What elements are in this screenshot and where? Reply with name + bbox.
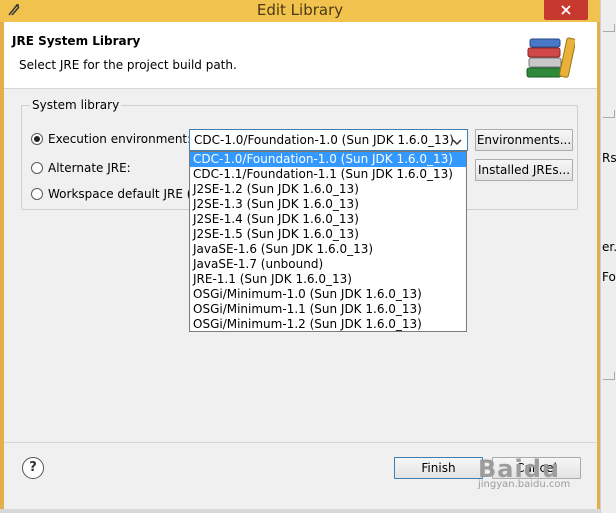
footer-separator [4, 442, 597, 443]
execution-environment-dropdown-list[interactable]: CDC-1.0/Foundation-1.0 (Sun JDK 1.6.0_13… [189, 151, 467, 332]
workspace-default-jre-radio[interactable] [31, 188, 43, 200]
dropdown-option[interactable]: J2SE-1.3 (Sun JDK 1.6.0_13) [190, 197, 466, 212]
dialog-header-title: JRE System Library [12, 34, 141, 48]
dialog-header: JRE System Library Select JRE for the pr… [4, 22, 597, 89]
alternate-jre-label: Alternate JRE: [48, 161, 131, 175]
watermark-url: jingyan.baidu.com [478, 479, 571, 490]
dropdown-option[interactable]: OSGi/Minimum-1.1 (Sun JDK 1.6.0_13) [190, 302, 466, 317]
books-library-icon [525, 34, 577, 83]
system-library-legend: System library [30, 98, 122, 112]
dropdown-arrow-icon[interactable] [452, 135, 462, 149]
dropdown-option[interactable]: JavaSE-1.6 (Sun JDK 1.6.0_13) [190, 242, 466, 257]
execution-environment-radio[interactable] [31, 133, 43, 145]
close-icon [561, 5, 571, 15]
title-bar[interactable]: Edit Library [0, 0, 600, 22]
dropdown-option[interactable]: J2SE-1.2 (Sun JDK 1.6.0_13) [190, 182, 466, 197]
background-bottom-strip [0, 509, 600, 513]
dropdown-option[interactable]: JRE-1.1 (Sun JDK 1.6.0_13) [190, 272, 466, 287]
background-divider [603, 372, 615, 380]
background-divider [603, 24, 615, 32]
window-title: Edit Library [256, 1, 344, 19]
dropdown-option[interactable]: CDC-1.0/Foundation-1.0 (Sun JDK 1.6.0_13… [190, 152, 466, 167]
dropdown-option[interactable]: OSGi/Minimum-1.0 (Sun JDK 1.6.0_13) [190, 287, 466, 302]
dropdown-option[interactable]: OSGi/Minimum-1.2 (Sun JDK 1.6.0_13) [190, 317, 466, 332]
background-text-fragment: er. [602, 240, 616, 254]
background-text-fragment: Fo [602, 270, 616, 284]
combo-selected-value: CDC-1.0/Foundation-1.0 (Sun JDK 1.6.0_13… [194, 133, 454, 147]
close-button[interactable] [544, 0, 588, 20]
baidu-watermark: Baidu jingyan.baidu.com [478, 455, 570, 490]
dropdown-option[interactable]: JavaSE-1.7 (unbound) [190, 257, 466, 272]
alternate-jre-radio-row[interactable]: Alternate JRE: [31, 160, 131, 176]
finish-button[interactable]: Finish [394, 457, 483, 479]
background-window-strip: Rs er. Fo [600, 0, 616, 513]
dropdown-option[interactable]: J2SE-1.5 (Sun JDK 1.6.0_13) [190, 227, 466, 242]
dialog-header-description: Select JRE for the project build path. [19, 58, 237, 72]
alternate-jre-radio[interactable] [31, 162, 43, 174]
dropdown-option[interactable]: CDC-1.1/Foundation-1.1 (Sun JDK 1.6.0_13… [190, 167, 466, 182]
environments-button[interactable]: Environments... [475, 129, 573, 151]
background-divider [603, 110, 615, 118]
execution-environment-label: Execution environment: [48, 132, 192, 146]
dropdown-option[interactable]: J2SE-1.4 (Sun JDK 1.6.0_13) [190, 212, 466, 227]
installed-jres-button[interactable]: Installed JREs... [475, 159, 573, 181]
workspace-default-jre-radio-row[interactable]: Workspace default JRE (s [31, 186, 198, 202]
execution-environment-radio-row[interactable]: Execution environment: [31, 131, 191, 147]
background-text-fragment: Rs [602, 151, 616, 165]
workspace-default-jre-label: Workspace default JRE (s [48, 187, 198, 201]
execution-environment-combo[interactable]: CDC-1.0/Foundation-1.0 (Sun JDK 1.6.0_13… [189, 129, 468, 151]
help-icon[interactable]: ? [22, 457, 44, 479]
